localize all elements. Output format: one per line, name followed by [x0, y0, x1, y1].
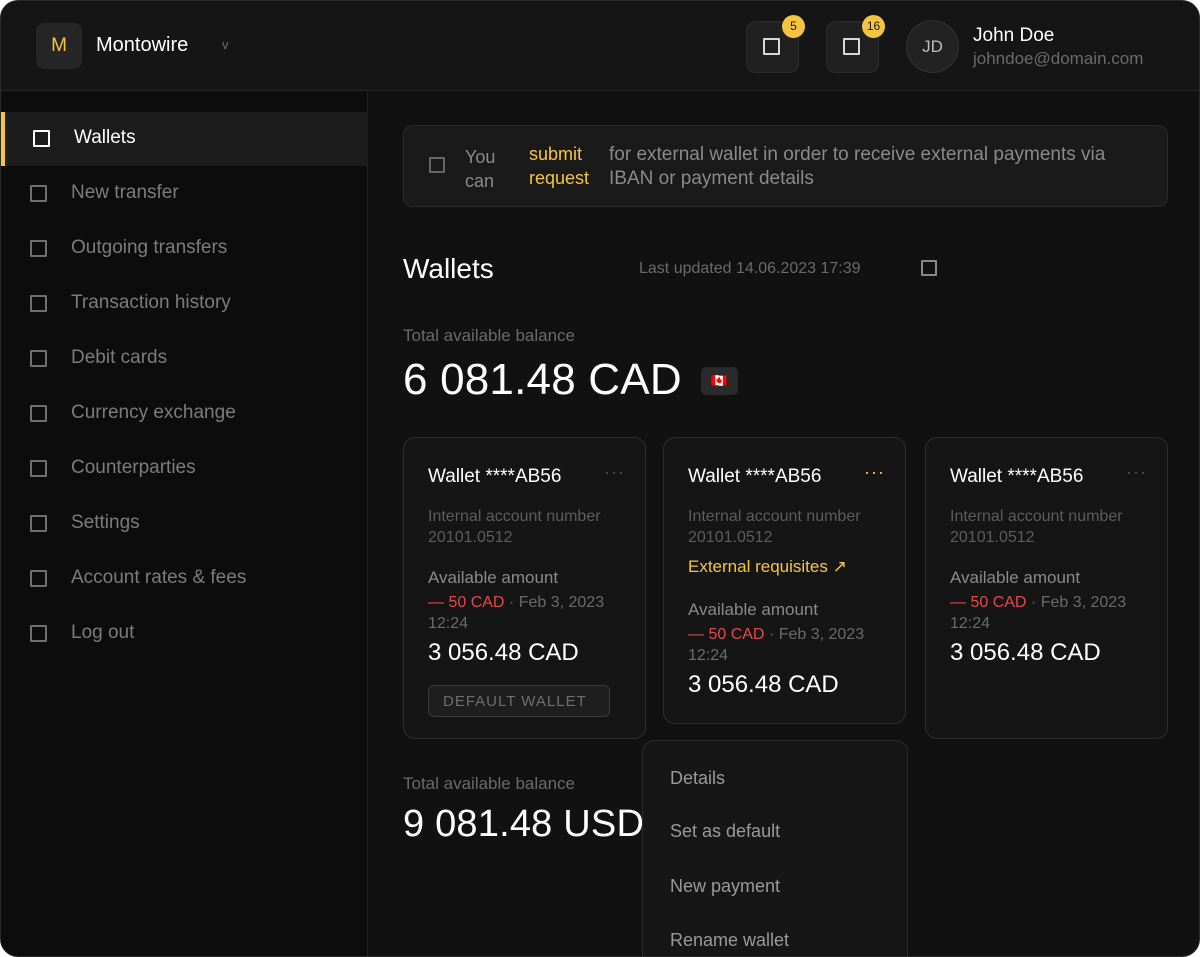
- external-requisites-link[interactable]: External requisites ↗: [688, 557, 847, 577]
- wallet-card[interactable]: Wallet ****AB56 ··· Internal account num…: [403, 437, 646, 739]
- info-banner: You can submit request for external wall…: [403, 125, 1168, 207]
- menu-item-set-default[interactable]: Set as default: [670, 821, 780, 842]
- transaction-amount: — 50 CAD: [950, 594, 1027, 611]
- sidebar-item-counterparties[interactable]: Counterparties: [1, 442, 368, 496]
- banner-text: for external wallet in order to receive …: [609, 144, 1106, 189]
- total-balance-value: 6 081.48 CAD: [403, 355, 682, 404]
- total-balance-value: 9 081.48 USD: [403, 803, 645, 845]
- account-number: Internal account number 20101.0512: [950, 508, 1123, 546]
- available-amount-label: Available amount: [950, 568, 1081, 587]
- sidebar-item-label: Log out: [71, 622, 135, 643]
- last-updated-text: Last updated 14.06.2023 17:39: [639, 260, 861, 277]
- sidebar-item-label: Settings: [71, 512, 140, 533]
- total-balance-label: Total available balance: [403, 774, 576, 793]
- sidebar-item-log-out[interactable]: Log out: [1, 607, 368, 661]
- refresh-icon[interactable]: [921, 260, 937, 276]
- message-icon: [843, 38, 860, 55]
- wallet-amount: 3 056.48 CAD: [688, 671, 839, 698]
- wallet-amount: 3 056.48 CAD: [950, 639, 1101, 666]
- menu-item-rename-wallet[interactable]: Rename wallet: [670, 930, 789, 951]
- wallet-title: Wallet ****AB56: [688, 466, 822, 487]
- menu-item-new-payment[interactable]: New payment: [670, 876, 780, 897]
- gear-icon: [30, 515, 47, 532]
- wallet-title: Wallet ****AB56: [428, 466, 562, 487]
- total-balance-label: Total available balance: [403, 326, 576, 345]
- sidebar-item-label: Debit cards: [71, 347, 168, 368]
- message-badge: 16: [862, 15, 885, 38]
- sidebar-item-account-rates-fees[interactable]: Account rates & fees: [1, 552, 368, 606]
- sidebar-item-label: Currency exchange: [71, 402, 236, 423]
- sidebar-item-label: Account rates & fees: [71, 567, 247, 588]
- wallet-amount: 3 056.48 CAD: [428, 639, 579, 666]
- banner-prefix: You can: [465, 147, 496, 191]
- sidebar-item-label: Counterparties: [71, 457, 196, 478]
- sidebar-item-debit-cards[interactable]: Debit cards: [1, 332, 368, 386]
- company-switcher[interactable]: Montowire: [96, 34, 188, 57]
- history-icon: [30, 295, 47, 312]
- more-icon[interactable]: ···: [1126, 462, 1147, 483]
- outgoing-icon: [30, 240, 47, 257]
- available-amount-label: Available amount: [428, 568, 559, 587]
- more-icon[interactable]: ···: [604, 462, 625, 483]
- avatar[interactable]: JD: [906, 20, 959, 73]
- available-amount-label: Available amount: [688, 600, 819, 619]
- sidebar-item-wallets[interactable]: Wallets: [1, 112, 368, 166]
- default-wallet-badge: DEFAULT WALLET: [428, 685, 610, 717]
- wallet-title: Wallet ****AB56: [950, 466, 1084, 487]
- notifications-button[interactable]: 5: [746, 15, 805, 73]
- last-transaction: — 50 CAD · Feb 3, 2023 12:24: [428, 592, 628, 634]
- sidebar-item-currency-exchange[interactable]: Currency exchange: [1, 387, 368, 441]
- transaction-amount: — 50 CAD: [428, 594, 505, 611]
- sidebar-item-settings[interactable]: Settings: [1, 497, 368, 551]
- wallet-context-menu: Details Set as default New payment Renam…: [642, 740, 908, 956]
- sidebar-item-new-transfer[interactable]: New transfer: [1, 167, 368, 221]
- page-title: Wallets: [403, 253, 494, 284]
- card-icon: [30, 350, 47, 367]
- bell-icon: [763, 38, 780, 55]
- transaction-amount: — 50 CAD: [688, 626, 765, 643]
- canada-flag-icon: 🇨🇦: [701, 367, 738, 395]
- sidebar-item-outgoing-transfers[interactable]: Outgoing transfers: [1, 222, 368, 276]
- wallet-icon: [33, 130, 50, 147]
- chevron-down-icon[interactable]: v: [222, 37, 229, 52]
- menu-item-details[interactable]: Details: [670, 768, 725, 789]
- account-number: Internal account number 20101.0512: [688, 508, 861, 546]
- sidebar-item-label: Wallets: [74, 127, 136, 148]
- percent-icon: [30, 570, 47, 587]
- wallet-card[interactable]: Wallet ****AB56 ··· Internal account num…: [925, 437, 1168, 739]
- sidebar-item-transaction-history[interactable]: Transaction history: [1, 277, 368, 331]
- app-window: M Montowire v 5 16 JD John Doe johndoe@d…: [0, 0, 1200, 957]
- notification-badge: 5: [782, 15, 805, 38]
- user-name: John Doe: [973, 25, 1055, 46]
- last-transaction: — 50 CAD · Feb 3, 2023 12:24: [688, 624, 888, 666]
- exchange-icon: [30, 405, 47, 422]
- messages-button[interactable]: 16: [826, 15, 885, 73]
- transfer-icon: [30, 185, 47, 202]
- wallet-card[interactable]: Wallet ****AB56 ··· Internal account num…: [663, 437, 906, 724]
- logout-icon: [30, 625, 47, 642]
- last-transaction: — 50 CAD · Feb 3, 2023 12:24: [950, 592, 1150, 634]
- top-header: M Montowire v 5 16 JD John Doe johndoe@d…: [1, 1, 1199, 91]
- sidebar-item-label: Transaction history: [71, 292, 231, 313]
- submit-request-link[interactable]: submit request: [529, 142, 604, 190]
- sidebar: Wallets New transfer Outgoing transfers …: [1, 92, 368, 956]
- info-icon: [429, 157, 445, 173]
- users-icon: [30, 460, 47, 477]
- company-logo: M: [36, 23, 82, 69]
- user-email: johndoe@domain.com: [973, 49, 1144, 68]
- sidebar-item-label: Outgoing transfers: [71, 237, 228, 258]
- account-number: Internal account number 20101.0512: [428, 508, 601, 546]
- sidebar-item-label: New transfer: [71, 182, 179, 203]
- more-icon[interactable]: ···: [864, 462, 885, 483]
